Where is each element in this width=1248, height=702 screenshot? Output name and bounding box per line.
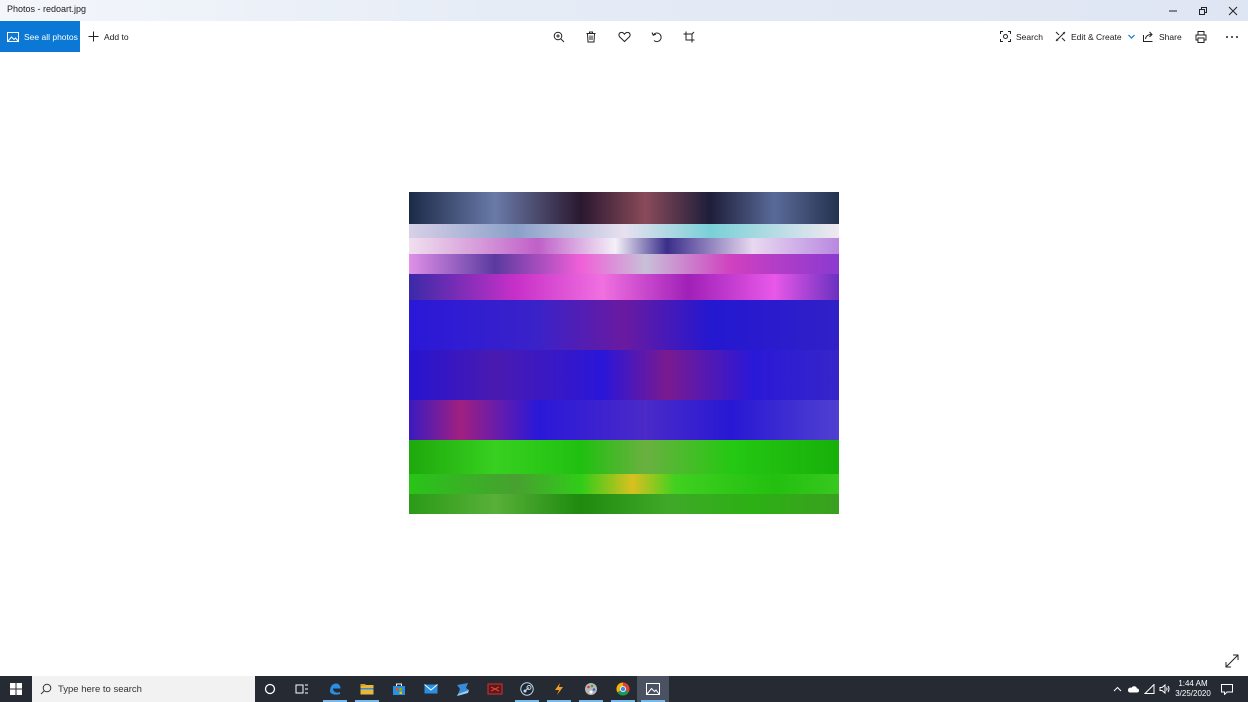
add-to-button[interactable]: Add to — [88, 21, 129, 52]
restore-icon — [1199, 6, 1207, 15]
task-view-icon — [295, 684, 308, 694]
taskbar-app-3[interactable] — [543, 676, 575, 702]
file-explorer-icon — [360, 684, 374, 695]
more-ellipsis-icon — [1226, 35, 1238, 38]
expand-icon — [1225, 654, 1239, 668]
notification-icon — [1221, 683, 1233, 695]
plus-icon — [88, 31, 99, 42]
print-button[interactable] — [1189, 21, 1213, 52]
windows-logo-icon — [10, 683, 22, 695]
edit-create-icon — [1055, 31, 1066, 42]
crop-button[interactable] — [677, 21, 701, 52]
more-button[interactable] — [1220, 21, 1244, 52]
wifi-icon — [1143, 684, 1154, 694]
zoom-icon — [553, 31, 565, 42]
taskbar-app-1[interactable] — [447, 676, 479, 702]
start-button[interactable] — [0, 676, 32, 702]
fullscreen-button[interactable] — [1224, 653, 1240, 669]
photo-gallery-icon — [7, 31, 19, 42]
taskbar-app-2[interactable] — [479, 676, 511, 702]
favorite-heart-icon — [617, 31, 631, 42]
close-button[interactable] — [1218, 0, 1248, 21]
cortana-button[interactable] — [254, 676, 286, 702]
rotate-button[interactable] — [645, 21, 669, 52]
add-to-label: Add to — [104, 31, 129, 42]
search-placeholder: Type here to search — [58, 683, 142, 695]
cortana-icon — [264, 683, 276, 695]
chrome-icon — [616, 682, 630, 696]
minimize-button[interactable] — [1158, 0, 1188, 21]
taskbar-app-mail[interactable] — [415, 676, 447, 702]
steam-icon — [520, 682, 534, 696]
action-center-button[interactable] — [1218, 676, 1236, 702]
app-icon — [487, 683, 503, 695]
search-button[interactable]: Search — [1000, 21, 1043, 52]
mail-icon — [424, 684, 438, 694]
edit-create-button[interactable]: Edit & Create — [1055, 21, 1136, 52]
edit-create-label: Edit & Create — [1071, 31, 1122, 42]
task-view-button[interactable] — [286, 676, 318, 702]
edge-icon — [330, 683, 341, 695]
see-all-photos-button[interactable]: See all photos — [0, 21, 80, 52]
search-label: Search — [1016, 31, 1043, 42]
taskbar-app-file-explorer[interactable] — [351, 676, 383, 702]
taskbar-app-4[interactable] — [575, 676, 607, 702]
rotate-icon — [651, 31, 662, 42]
photos-toolbar: See all photos Add to Search Edit & Crea… — [0, 21, 1248, 52]
title-bar: Photos - redoart.jpg — [0, 0, 1248, 21]
taskbar-app-chrome[interactable] — [607, 676, 639, 702]
photo-viewer — [0, 52, 1248, 676]
chevron-up-icon — [1113, 686, 1121, 692]
taskbar: Type here to search 1:44 AM 3/25/2020 — [0, 676, 1248, 702]
window-title: Photos - redoart.jpg — [7, 4, 87, 14]
crop-icon — [683, 31, 695, 42]
app-icon — [555, 683, 563, 695]
restore-button[interactable] — [1188, 0, 1218, 21]
chevron-down-icon — [1127, 34, 1135, 39]
see-all-photos-label: See all photos — [24, 31, 78, 42]
taskbar-app-photos[interactable] — [637, 676, 669, 702]
delete-button[interactable] — [579, 21, 603, 52]
volume-icon — [1159, 684, 1169, 694]
zoom-button[interactable] — [547, 21, 571, 52]
minimize-icon — [1169, 10, 1177, 11]
share-icon — [1143, 31, 1153, 42]
app-icon — [457, 683, 469, 696]
taskbar-app-steam[interactable] — [511, 676, 543, 702]
favorite-button[interactable] — [612, 21, 636, 52]
clock-time: 1:44 AM — [1178, 679, 1208, 688]
taskbar-search-box[interactable]: Type here to search — [32, 676, 255, 702]
delete-icon — [586, 31, 596, 42]
print-icon — [1195, 30, 1207, 43]
share-label: Share — [1159, 31, 1182, 42]
taskbar-app-store[interactable] — [383, 676, 415, 702]
photos-icon — [646, 683, 660, 695]
clock-date: 3/25/2020 — [1175, 689, 1211, 698]
share-button[interactable]: Share — [1143, 21, 1182, 52]
search-scan-icon — [1000, 31, 1011, 42]
onedrive-button[interactable] — [1125, 676, 1141, 702]
show-hidden-icons-button[interactable] — [1110, 676, 1124, 702]
volume-button[interactable] — [1157, 676, 1171, 702]
store-icon — [393, 683, 405, 695]
taskbar-clock[interactable]: 1:44 AM 3/25/2020 — [1170, 679, 1216, 699]
search-icon — [40, 683, 52, 695]
close-icon — [1228, 6, 1238, 15]
onedrive-cloud-icon — [1127, 686, 1139, 693]
taskbar-app-edge[interactable] — [319, 676, 351, 702]
displayed-photo[interactable] — [409, 192, 839, 514]
app-icon — [585, 683, 597, 695]
network-button[interactable] — [1142, 676, 1156, 702]
